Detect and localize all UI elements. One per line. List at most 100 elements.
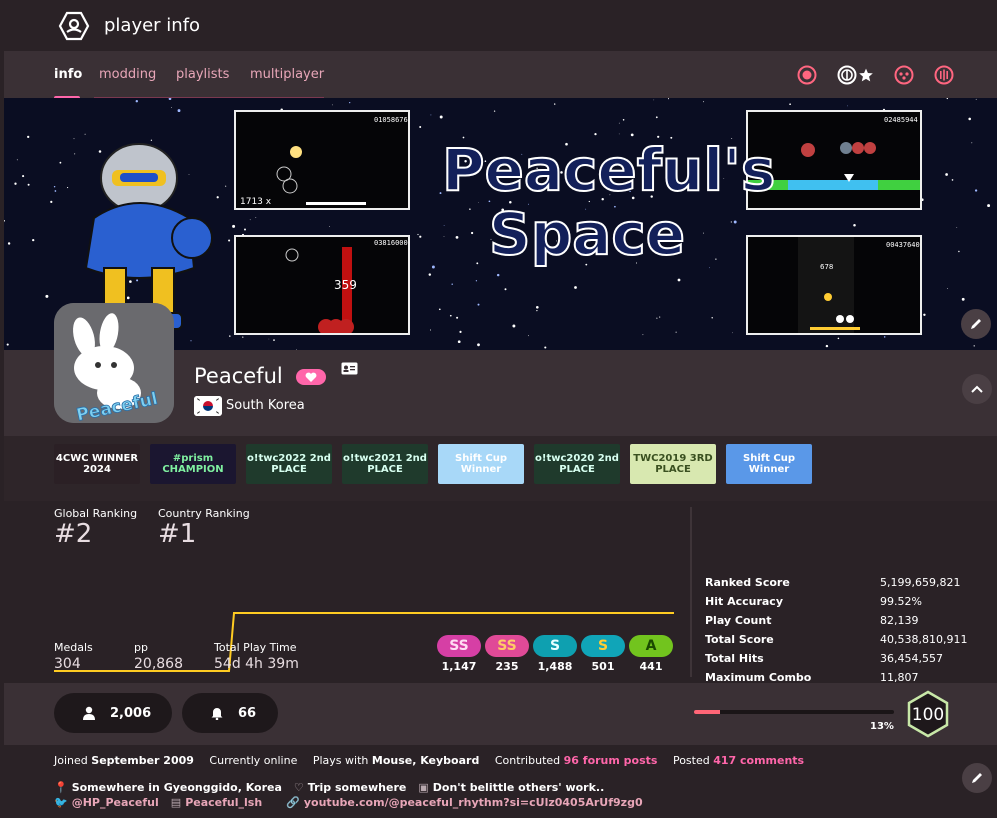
star (837, 337, 840, 340)
followers-count: 2,006 (110, 705, 152, 721)
star (544, 346, 547, 349)
gameplay-screenshot-1: 01058676 1713 x (234, 110, 410, 210)
star (527, 335, 529, 337)
supporter-badge[interactable] (296, 369, 326, 385)
gameplay-screenshot-2: 03816000 359 (234, 235, 410, 335)
hexagon-icon: 100 (907, 690, 949, 738)
rank-stat-label: Hit Accuracy (705, 595, 783, 608)
level-progress-text: 13% (870, 721, 894, 732)
grade-count: 1,147 (441, 660, 477, 673)
profile-badge[interactable]: Shift Cup Winner (438, 444, 524, 484)
star (622, 119, 625, 121)
profile-badge[interactable]: o!twc2020 2nd PLACE (534, 444, 620, 484)
star (430, 329, 431, 331)
star (32, 238, 35, 242)
location-text: Somewhere in Gyeonggido, Korea (71, 781, 282, 794)
star (331, 104, 333, 106)
tab-playlists[interactable]: playlists (176, 67, 229, 82)
star (225, 185, 227, 187)
collapse-header-button[interactable] (962, 374, 992, 404)
screen-3-score: 02485944 (884, 116, 918, 124)
stats-section: Global Ranking #2 Country Ranking #1 Med… (4, 501, 997, 703)
total-play-time-value: 54d 4h 39m (214, 656, 299, 672)
star (439, 115, 443, 119)
screen-4-combo: 678 (820, 263, 833, 271)
star (27, 135, 30, 139)
profile-badge[interactable]: o!twc2022 2nd PLACE (246, 444, 332, 484)
posted-label: Posted (672, 754, 710, 767)
profile-badge[interactable]: #prism CHAMPION (150, 444, 236, 484)
star (7, 242, 11, 245)
star (430, 114, 432, 116)
star (456, 316, 459, 319)
avatar[interactable]: Peaceful (54, 303, 174, 423)
star (54, 190, 57, 192)
star (504, 288, 507, 291)
followers-button[interactable]: 2,006 (54, 693, 172, 733)
tab-multiplayer[interactable]: multiplayer (250, 67, 324, 82)
social-bar: 2,006 66 13% 100 (4, 683, 997, 745)
bell-icon (211, 708, 223, 720)
twitter-link[interactable]: @HP_Peaceful (72, 796, 159, 809)
star (349, 101, 351, 104)
rank-stat-value: 99.52% (880, 595, 922, 608)
username[interactable]: Peaceful (194, 364, 283, 388)
edit-profile-button[interactable] (962, 763, 992, 793)
grade-badge: S (533, 635, 577, 657)
tab-info[interactable]: info (54, 67, 82, 82)
mania-mode-icon[interactable] (934, 65, 954, 85)
osu-mode-icon[interactable] (797, 65, 817, 85)
star (273, 339, 275, 341)
level-value: 100 (912, 705, 944, 725)
south-korea-flag-icon[interactable] (194, 396, 222, 416)
rank-stat-label: Total Score (705, 633, 774, 646)
website-link[interactable]: youtube.com/@peaceful_rhythm?si=cUlz0405… (304, 796, 643, 809)
comments-link[interactable]: 417 comments (713, 754, 804, 767)
star (574, 286, 577, 289)
star (190, 340, 192, 342)
star (973, 345, 975, 347)
star (27, 183, 30, 186)
catch-mode-icon[interactable] (894, 65, 914, 85)
star (228, 239, 231, 242)
grade-badge: S (581, 635, 625, 657)
grade-count: 235 (495, 660, 519, 673)
total-play-time-label: Total Play Time (214, 641, 297, 654)
star (53, 185, 56, 188)
star (457, 340, 461, 344)
taiko-mode-icon[interactable] (837, 65, 857, 85)
plays-with-value: Mouse, Keyboard (371, 754, 480, 767)
cover-title: Peaceful's Space (441, 137, 776, 267)
briefcase-icon: ▣ (418, 781, 429, 794)
star (675, 331, 677, 333)
user-card-icon[interactable] (341, 362, 358, 375)
star (232, 224, 236, 228)
star (732, 332, 733, 334)
pencil-icon (971, 319, 981, 329)
star (419, 126, 422, 128)
mapping-subscribers-button[interactable]: 66 (182, 693, 278, 733)
star (249, 219, 251, 221)
online-status: Currently online (209, 754, 298, 767)
edit-cover-button[interactable] (961, 309, 991, 339)
heart-outline-icon: ♡ (293, 781, 304, 794)
star (512, 324, 516, 328)
country-name[interactable]: South Korea (226, 398, 305, 413)
medals-label: Medals (54, 641, 93, 654)
star (177, 109, 181, 113)
forum-posts-link[interactable]: 96 forum posts (564, 754, 658, 767)
plays-with-label: Plays with (312, 754, 369, 767)
star (789, 103, 791, 106)
star (554, 103, 556, 105)
profile-info-footer: Joined September 2009 Currently online P… (4, 745, 997, 818)
twitter-icon: 🐦 (54, 796, 68, 809)
profile-badge[interactable]: o!twc2021 2nd PLACE (342, 444, 428, 484)
profile-badge[interactable]: Shift Cup Winner (726, 444, 812, 484)
discord-text[interactable]: Peaceful_lsh (185, 796, 262, 809)
star (659, 316, 661, 318)
star (14, 182, 17, 185)
profile-badge[interactable]: 4CWC WINNER 2024 (54, 444, 140, 484)
profile-badge[interactable]: TWC2019 3RD PLACE (630, 444, 716, 484)
tab-modding[interactable]: modding (99, 67, 156, 82)
profile-frame: info modding playlists multiplayer 01058… (4, 51, 997, 818)
